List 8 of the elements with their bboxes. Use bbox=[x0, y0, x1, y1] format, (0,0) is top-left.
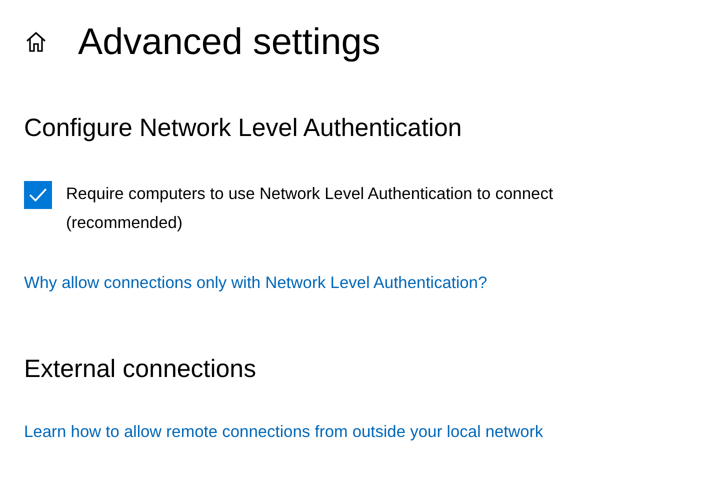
help-link[interactable]: Learn how to allow remote connections from outside your local network bbox=[24, 423, 544, 441]
section-heading: Configure Network Level Authentication bbox=[24, 114, 462, 143]
section-heading: External connections bbox=[24, 355, 256, 384]
checkbox[interactable] bbox=[24, 181, 52, 209]
help-link[interactable]: Why allow connections only with Network Level Authentication? bbox=[24, 274, 488, 292]
checkbox-label: Require computers to use Network Level Authentication to connect (recommended) bbox=[66, 184, 554, 234]
page-title: Advanced settings bbox=[78, 21, 380, 63]
home-icon[interactable] bbox=[24, 30, 48, 54]
